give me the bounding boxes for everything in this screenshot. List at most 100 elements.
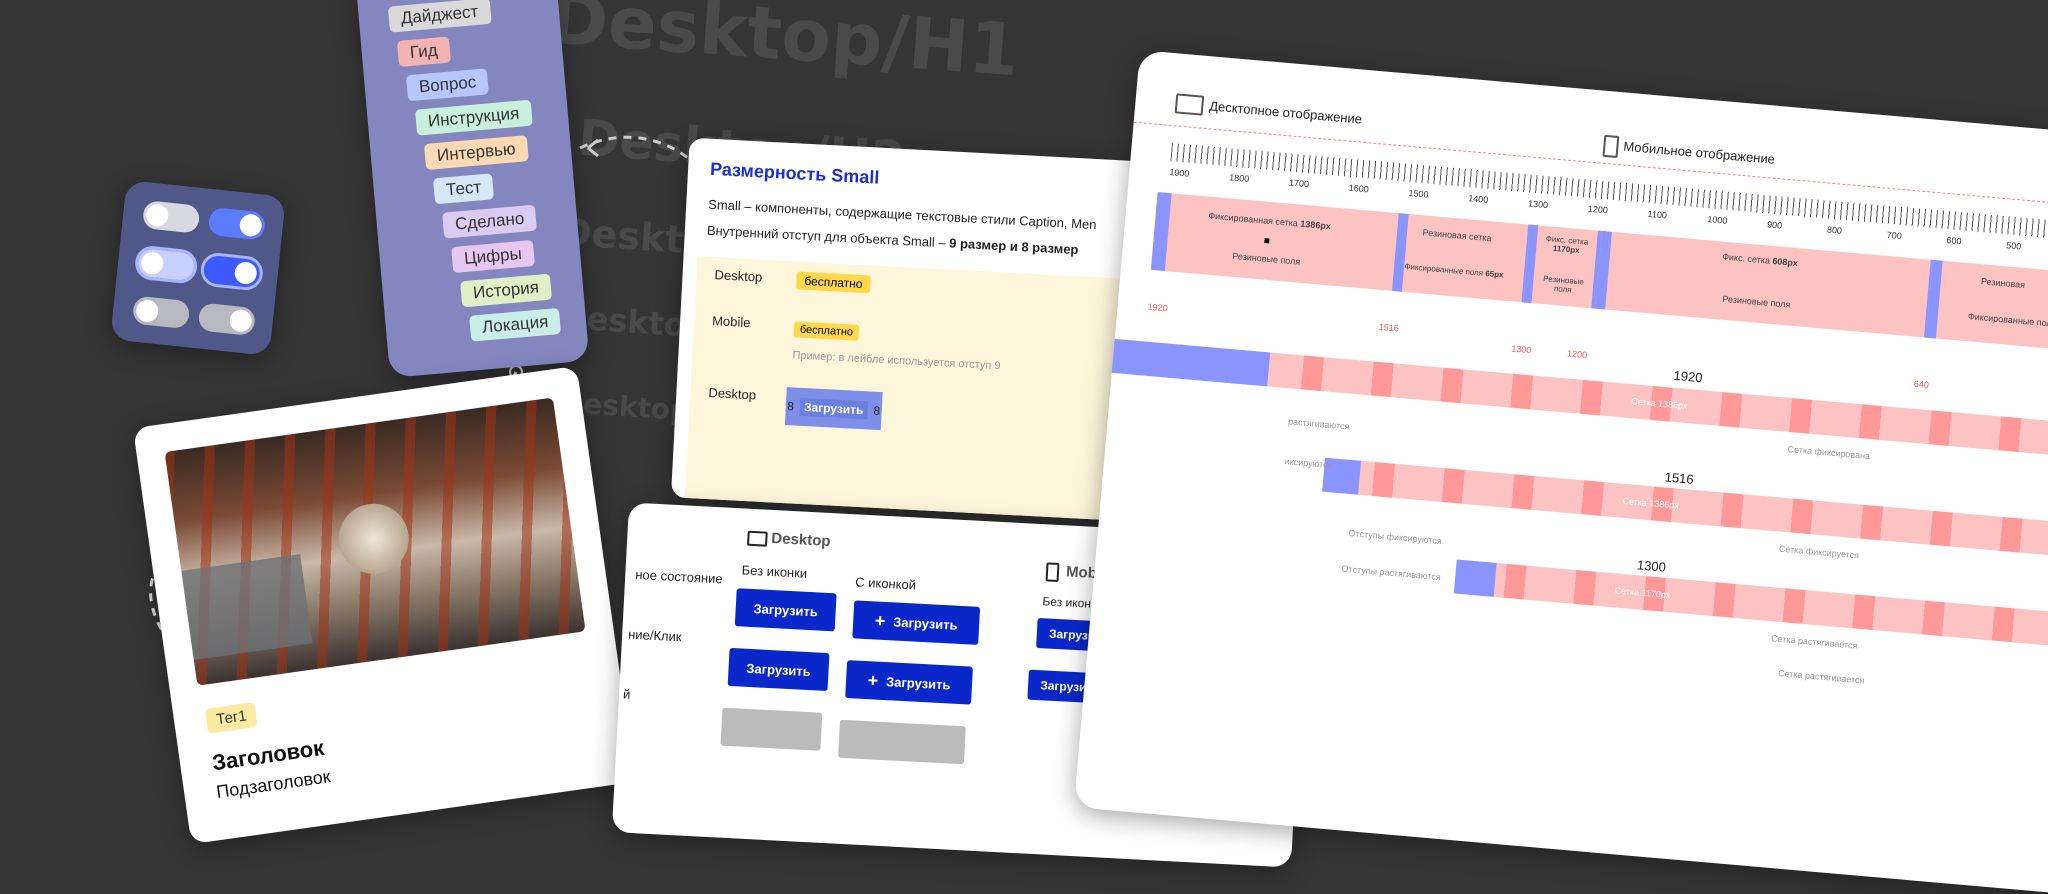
desktop-icon-button-2-label: Загрузить bbox=[885, 673, 951, 692]
seg2-title: Резиновая сетка bbox=[1422, 227, 1492, 244]
tag-location[interactable]: Локация bbox=[469, 307, 562, 342]
seg3-px: 1170px bbox=[1552, 243, 1580, 256]
desktop-heading: Desktop bbox=[770, 529, 831, 551]
desktop-icon-button-1[interactable]: + Загрузить bbox=[852, 600, 981, 645]
row1-label: Desktop bbox=[714, 267, 763, 285]
row3-button[interactable]: 8 Загрузить 8 bbox=[784, 387, 883, 431]
seg5-sub: Фиксированные поля bbox=[1967, 311, 2048, 329]
grid-segment-fluid: Резиновая сетка Фиксированные поля 65px bbox=[1391, 213, 1539, 304]
pad-left: 8 bbox=[787, 399, 795, 414]
bar-1516-inner: Сетка 1386px bbox=[1622, 495, 1680, 511]
row1-chip: бесплатно bbox=[795, 271, 871, 294]
seg3-sub: Резиновые поля bbox=[1542, 274, 1585, 295]
mark-1516: 1516 bbox=[1378, 321, 1400, 334]
bar-1516-label: 1516 bbox=[1664, 469, 1695, 487]
ruler-label: 1000 bbox=[1706, 214, 1728, 226]
desktop-display-icon bbox=[1174, 93, 1205, 116]
desktop-icon-button-3[interactable] bbox=[838, 719, 966, 765]
row2-chip: бесплатно bbox=[793, 321, 860, 341]
ruler-label: 700 bbox=[1886, 229, 1903, 242]
row3-label: Desktop bbox=[708, 385, 757, 403]
state-default: ное состояние bbox=[634, 566, 724, 587]
ruler-label: 1600 bbox=[1348, 182, 1370, 195]
mark-1920: 1920 bbox=[1147, 301, 1169, 314]
ruler-label: 900 bbox=[1766, 219, 1783, 231]
mark-640: 640 bbox=[1913, 378, 1930, 391]
tag-guide[interactable]: Гид bbox=[396, 36, 451, 67]
toggle-off-2[interactable] bbox=[133, 244, 199, 286]
small-desc-2-bold: 9 размер и 8 размер bbox=[948, 235, 1079, 258]
desktop-button-3[interactable] bbox=[720, 707, 823, 751]
seg4-sub: Резиновые поля bbox=[1722, 293, 1791, 310]
seg1-sub: Резиновые поля bbox=[1231, 250, 1301, 267]
note-padding-fixed: Отступы фиксируются bbox=[1348, 528, 1443, 547]
row2-label: Mobile bbox=[711, 313, 751, 331]
lock-icon: ■ bbox=[1263, 235, 1271, 248]
desktop-icon bbox=[747, 530, 768, 547]
bar-1300: Сетка 1170px bbox=[1453, 559, 2048, 650]
note-grid-stretch: Сетка растягивается bbox=[1770, 633, 1858, 651]
note-grid-fixed: Сетка фиксирована bbox=[1787, 443, 1871, 462]
plus-icon: + bbox=[867, 669, 879, 691]
ruler-label: 1800 bbox=[1228, 172, 1250, 184]
toggle-off-1[interactable] bbox=[141, 200, 201, 234]
seg2-sub: Фиксированные поля 65px bbox=[1404, 262, 1504, 280]
desktop-icon-button-1-label: Загрузить bbox=[892, 613, 959, 633]
tag-interview[interactable]: Интервью bbox=[423, 135, 529, 171]
mobile-display-label: Мобильное отображение bbox=[1622, 138, 1776, 167]
note-left-1: растягиваются bbox=[1287, 416, 1350, 432]
ruler-label: 1400 bbox=[1467, 193, 1489, 205]
bar-1920-inner: Сетка 1386px bbox=[1630, 396, 1688, 412]
grid-segment-fixed-608: Фикс. сетка 608px Резиновые поля bbox=[1595, 230, 1941, 339]
toggle-on-3[interactable] bbox=[197, 302, 257, 337]
seg2-sub-text: Фиксированные поля bbox=[1404, 261, 1484, 278]
ruler-label: 1100 bbox=[1647, 208, 1668, 221]
tag-instruction[interactable]: Инструкция bbox=[414, 99, 533, 136]
pad-right: 8 bbox=[873, 403, 881, 419]
ruler-label: 1700 bbox=[1288, 177, 1310, 190]
state-disabled: й bbox=[622, 686, 631, 702]
tag-done[interactable]: Сделано bbox=[442, 204, 538, 239]
ruler-label: 800 bbox=[1826, 224, 1843, 236]
row3-button-label: Загрузить bbox=[799, 397, 868, 420]
mark-1300: 1300 bbox=[1510, 343, 1532, 356]
card-tag: Тег1 bbox=[204, 701, 259, 734]
tag-digest[interactable]: Дайджест bbox=[387, 0, 492, 33]
seg2-px: 65px bbox=[1484, 268, 1504, 280]
mark-1200: 1200 bbox=[1566, 348, 1588, 361]
tag-test[interactable]: Тест bbox=[433, 173, 495, 205]
grid-segment-fixed-1386: Фиксированная сетка 1386px ■ Резиновые п… bbox=[1150, 192, 1415, 293]
seg4-px: 608px bbox=[1772, 255, 1799, 269]
example-area: Desktop бесплатно Mobile бесплатно Приме… bbox=[684, 256, 1163, 523]
desktop-icon-button-2[interactable]: + Загрузить bbox=[845, 660, 973, 705]
grid-segment-fluid-2: Резиновая Фиксированные поля bbox=[1925, 259, 2048, 355]
desktop-button-2[interactable]: Загрузить bbox=[727, 647, 830, 692]
mobile-icon bbox=[1045, 562, 1060, 583]
small-title: Размерность Small bbox=[709, 158, 880, 188]
grid-segment-fixed-1170: Фикс. сетка 1170px Резиновые поля bbox=[1523, 224, 1606, 310]
grid-spec-card: Десктопное отображение Мобильное отображ… bbox=[1073, 50, 2048, 894]
tag-story[interactable]: История bbox=[460, 273, 552, 308]
note-padding-stretch: Отступы растягиваются bbox=[1341, 563, 1442, 583]
ruler-label: 1500 bbox=[1408, 187, 1429, 200]
toggle-off-3[interactable] bbox=[131, 295, 191, 330]
desktop-with-icon-label: С иконкой bbox=[854, 574, 917, 593]
note-grid-fixing: Сетка фиксируется bbox=[1778, 543, 1860, 561]
seg1-title: Фиксированная сетка bbox=[1207, 210, 1299, 229]
seg1-px: 1386px bbox=[1299, 218, 1332, 232]
ruler-label: 600 bbox=[1946, 235, 1962, 247]
desktop-button-1[interactable]: Загрузить bbox=[734, 588, 837, 632]
tag-figures[interactable]: Цифры bbox=[451, 240, 535, 274]
metro-photo bbox=[164, 397, 586, 686]
desktop-no-icon-label: Без иконки bbox=[741, 562, 808, 581]
small-size-card: Размерность Small Small – компоненты, со… bbox=[670, 137, 1170, 523]
toggle-on-2[interactable] bbox=[199, 251, 265, 293]
ruler-label: 1200 bbox=[1587, 203, 1609, 216]
small-desc-2-prefix: Внутренний отступ для объекта Small – bbox=[706, 222, 950, 251]
tag-question[interactable]: Вопрос bbox=[405, 68, 490, 102]
article-card[interactable]: Тег1 Заголовок Подзаголовок bbox=[132, 365, 636, 845]
seg5-title: Резиновая bbox=[1980, 276, 2026, 291]
seg4-title: Фикс. сетка bbox=[1721, 251, 1771, 266]
toggle-on-1[interactable] bbox=[207, 206, 267, 241]
bar-1300-label: 1300 bbox=[1636, 557, 1667, 575]
